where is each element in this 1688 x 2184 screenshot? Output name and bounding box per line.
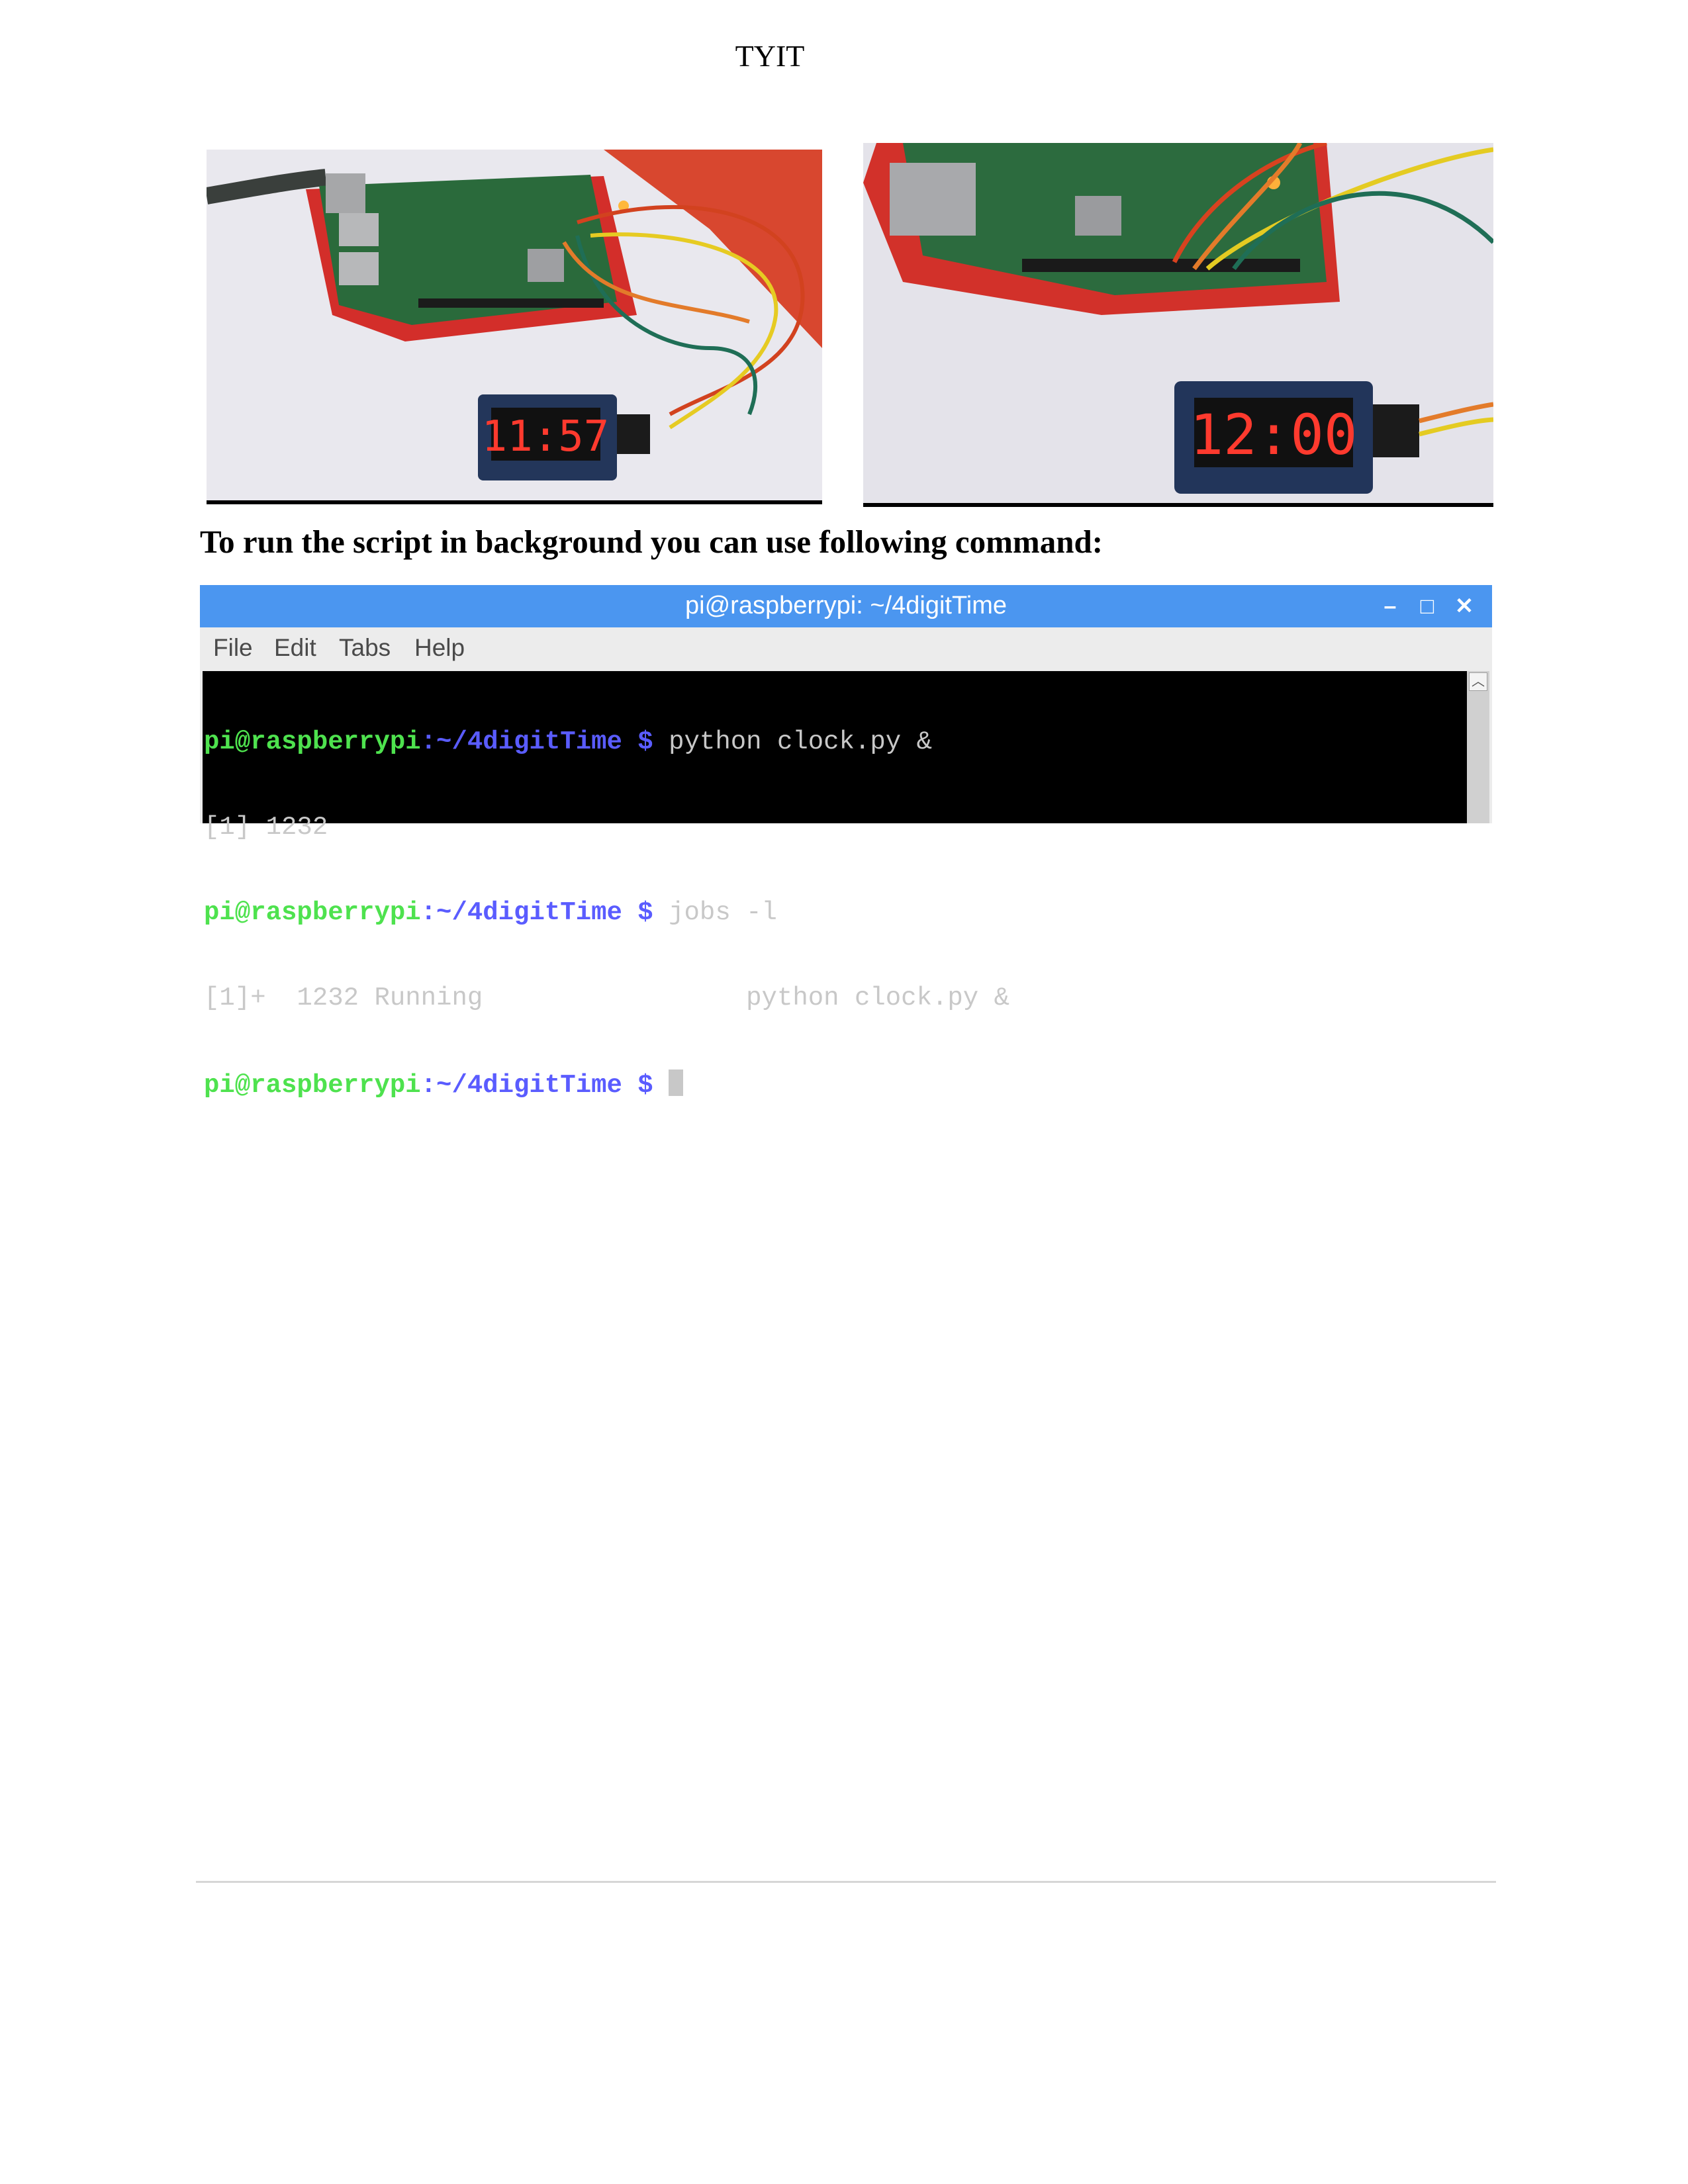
command-text: python clock.py & <box>669 727 932 756</box>
output-text: [1]+ 1232 Running python clock.py & <box>204 983 1009 1013</box>
terminal-line: pi@raspberrypi:~/4digitTime $ <box>203 1069 1467 1100</box>
terminal-titlebar[interactable]: pi@raspberrypi: ~/4digitTime – □ ✕ <box>200 585 1492 627</box>
vertical-scrollbar[interactable]: ︿ <box>1467 671 1489 823</box>
prompt-path: :~/4digitTime $ <box>420 727 669 756</box>
prompt-path: :~/4digitTime $ <box>420 1071 669 1100</box>
prompt-path: :~/4digitTime $ <box>420 898 669 927</box>
terminal-window: pi@raspberrypi: ~/4digitTime – □ ✕ File … <box>200 585 1492 1100</box>
display-digits: 12:00 <box>1190 402 1358 467</box>
menu-file[interactable]: File <box>213 634 253 662</box>
command-text: jobs -l <box>669 898 777 927</box>
prompt-user: pi@raspberrypi <box>204 1071 421 1100</box>
menu-tabs[interactable]: Tabs <box>339 634 391 662</box>
display-digits: 11:57 <box>482 412 610 461</box>
photo-raspberry-pi-clock-1157: 11:57 <box>207 150 822 504</box>
minimize-button[interactable]: – <box>1378 594 1402 618</box>
chevron-up-icon[interactable]: ︿ <box>1469 672 1487 691</box>
menu-bar: File Edit Tabs Help <box>200 627 1492 662</box>
photo-raspberry-pi-clock-1200: 12:00 <box>863 143 1493 507</box>
prompt-user: pi@raspberrypi <box>204 727 421 756</box>
footer-divider <box>196 1881 1496 1883</box>
menu-edit[interactable]: Edit <box>274 634 316 662</box>
section-heading: To run the script in background you can … <box>200 523 1103 560</box>
terminal-output[interactable]: pi@raspberrypi:~/4digitTime $ python clo… <box>203 671 1467 1100</box>
terminal-line: pi@raspberrypi:~/4digitTime $ python clo… <box>203 728 1467 756</box>
maximize-button[interactable]: □ <box>1415 594 1439 618</box>
terminal-line: [1] 1232 <box>203 813 1467 842</box>
output-text: [1] 1232 <box>204 813 328 842</box>
window-title: pi@raspberrypi: ~/4digitTime <box>685 592 1007 619</box>
page-header: TYIT <box>735 39 805 73</box>
prompt-user: pi@raspberrypi <box>204 898 421 927</box>
text-cursor <box>669 1069 684 1096</box>
menu-help[interactable]: Help <box>414 634 465 662</box>
terminal-line: [1]+ 1232 Running python clock.py & <box>203 984 1467 1013</box>
terminal-line: pi@raspberrypi:~/4digitTime $ jobs -l <box>203 899 1467 927</box>
close-button[interactable]: ✕ <box>1452 594 1476 618</box>
